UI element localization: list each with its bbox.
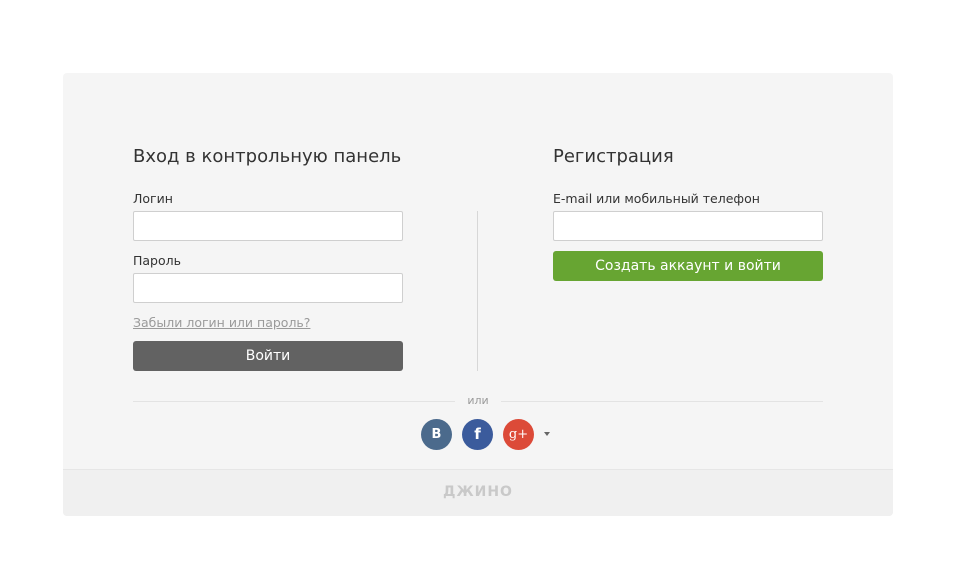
contact-field-label: E-mail или мобильный телефон	[553, 191, 760, 206]
facebook-icon: f	[474, 425, 481, 443]
or-divider-left	[133, 401, 455, 402]
login-button[interactable]: Войти	[133, 341, 403, 371]
vk-login-button[interactable]: B	[421, 419, 452, 450]
caret-down-icon[interactable]	[544, 432, 550, 436]
column-divider	[477, 211, 478, 371]
card-footer: ДЖИНО	[63, 469, 893, 516]
create-account-button[interactable]: Создать аккаунт и войти	[553, 251, 823, 281]
brand-logo: ДЖИНО	[443, 484, 513, 500]
login-input[interactable]	[133, 211, 403, 241]
google-plus-login-button[interactable]: g+	[503, 419, 534, 450]
password-input[interactable]	[133, 273, 403, 303]
contact-input[interactable]	[553, 211, 823, 241]
login-field-label: Логин	[133, 191, 173, 206]
password-field-label: Пароль	[133, 253, 181, 268]
or-divider-right	[501, 401, 823, 402]
login-title: Вход в контрольную панель	[133, 146, 402, 167]
auth-card: Вход в контрольную панель Логин Пароль З…	[63, 73, 893, 516]
facebook-login-button[interactable]: f	[462, 419, 493, 450]
or-divider-text: или	[467, 394, 489, 407]
forgot-password-link[interactable]: Забыли логин или пароль?	[133, 315, 310, 331]
register-title: Регистрация	[553, 146, 674, 167]
google-plus-icon: g+	[508, 427, 529, 442]
vk-icon: B	[431, 427, 442, 442]
